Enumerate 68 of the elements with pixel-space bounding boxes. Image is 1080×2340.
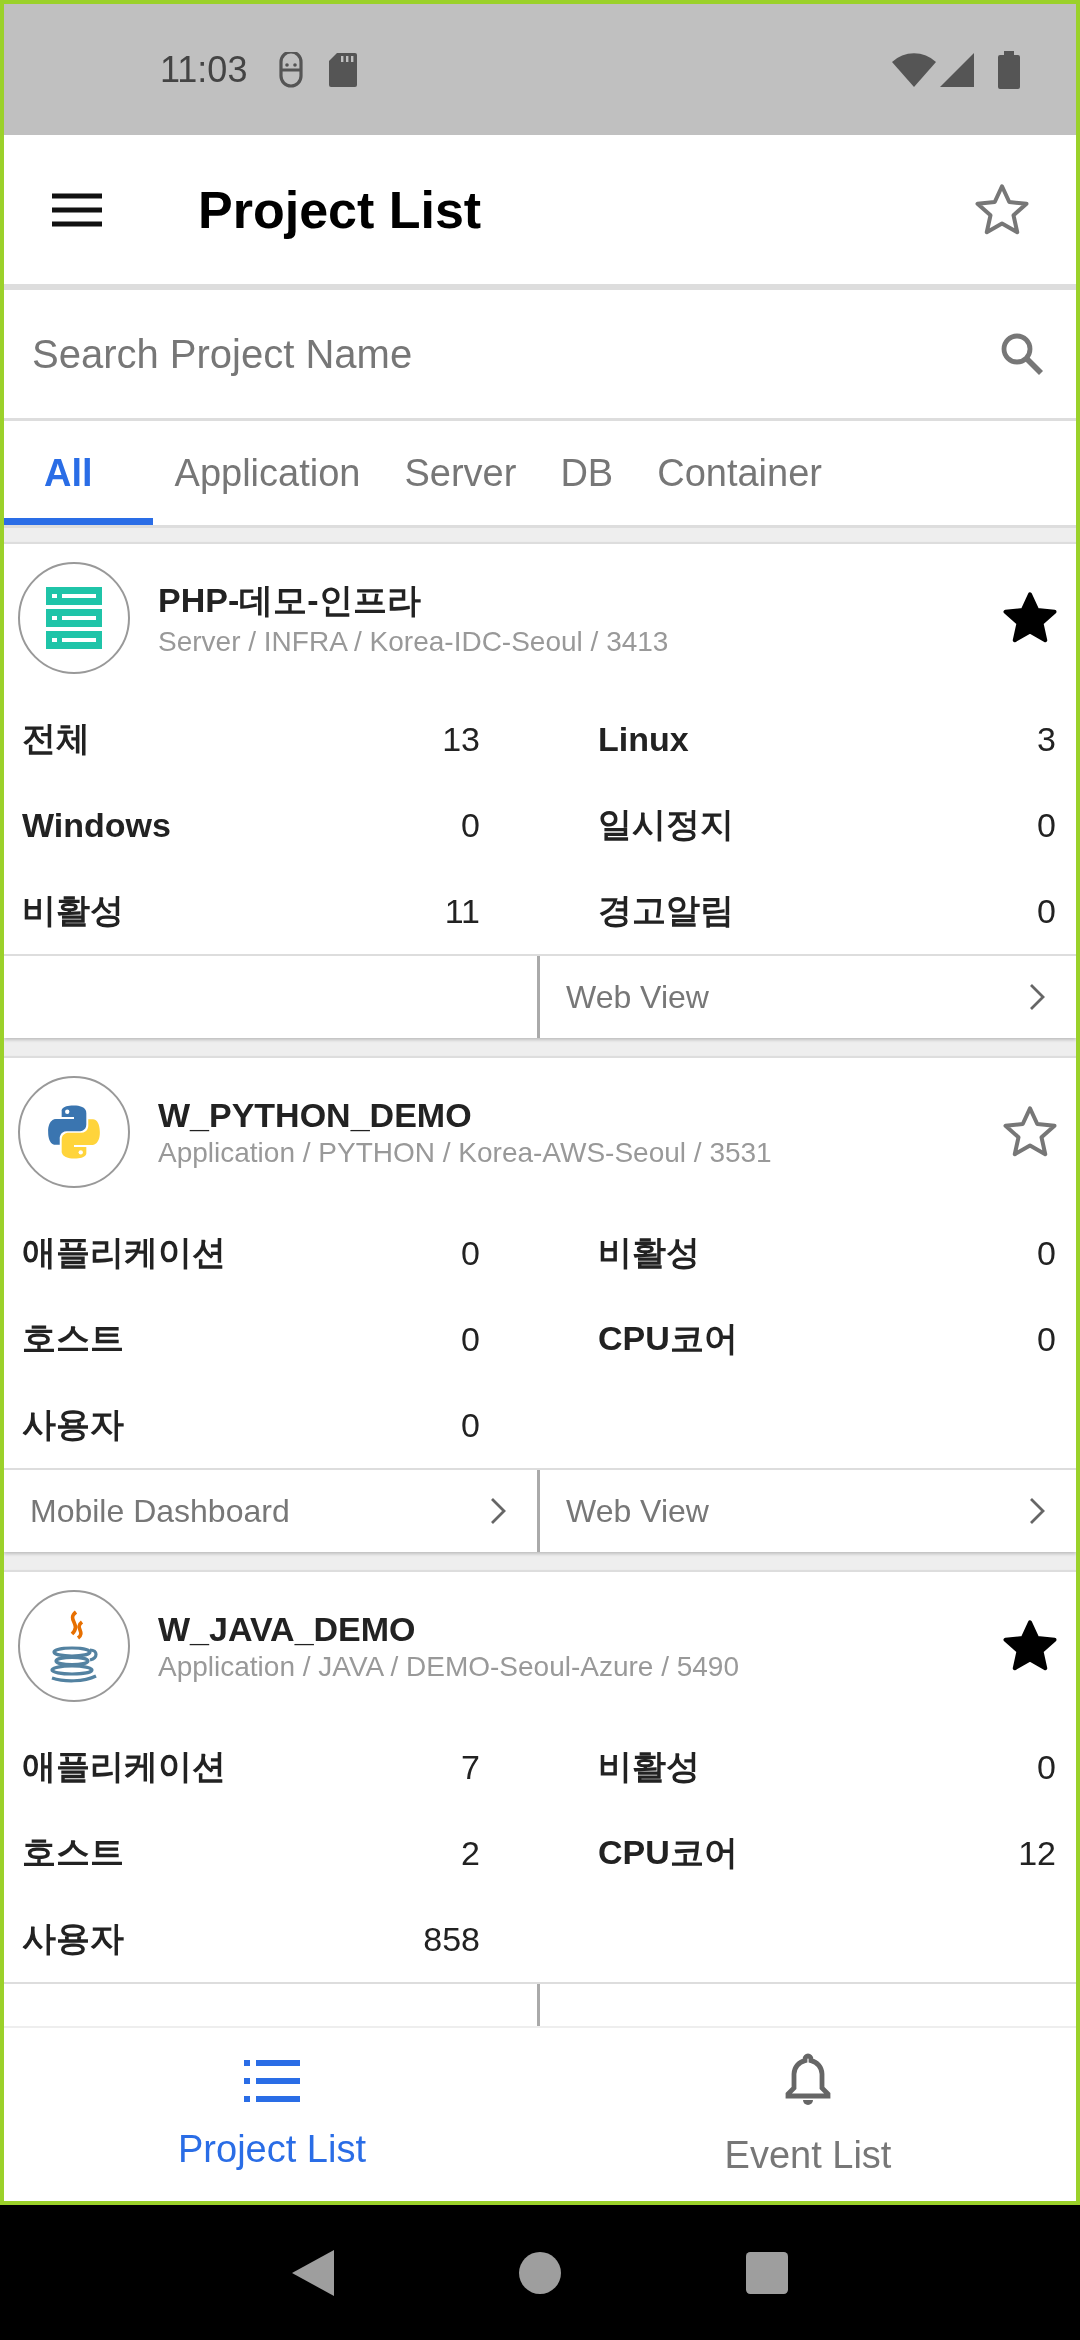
wifi-icon (892, 52, 936, 87)
page-title: Project List (198, 179, 483, 240)
stat-value: 3 (1037, 719, 1056, 759)
stat-value: 7 (461, 1747, 480, 1787)
project-name: W_JAVA_DEMO (158, 1609, 417, 1649)
bell-icon (784, 2052, 832, 2108)
stat-value: 11 (444, 891, 480, 931)
stat-label: 비활성 (22, 890, 124, 931)
home-icon[interactable] (519, 2251, 561, 2294)
stat-value: 0 (1037, 1233, 1056, 1273)
project-card[interactable]: PHP-데모-인프라 Server / INFRA / Korea-IDC-Seoul / 3413 전체 13 Linux 3 Windows 0 일시정지 0 비활성 11 경고알림 0 Web View (4, 542, 1076, 1038)
bottom-nav-tab[interactable]: Project List (4, 2028, 540, 2201)
python-logo-icon (45, 1103, 103, 1161)
stat-value: 858 (423, 1919, 480, 1959)
stat-value: 0 (461, 1233, 480, 1273)
stat-label: 비활성 (598, 1232, 700, 1273)
stat-value: 0 (1037, 891, 1056, 931)
web-view-link[interactable]: Web View (540, 956, 1076, 1038)
stat-label: 사용자 (22, 1918, 124, 1959)
stat-value: 13 (442, 719, 480, 759)
stat-label: 비활성 (598, 1746, 700, 1787)
stat-label: 애플리케이션 (22, 1232, 226, 1273)
filter-tab[interactable]: Server (382, 421, 539, 525)
stat-value: 0 (461, 805, 480, 845)
stat-label: Linux (598, 719, 689, 759)
project-details: Application / JAVA / DEMO-Seoul-Azure / 5490 (158, 1650, 740, 1683)
stat-value: 2 (461, 1833, 480, 1873)
recents-icon[interactable] (745, 2251, 788, 2294)
project-card[interactable]: W_PYTHON_DEMO Application / PYTHON / Korea-AWS-Seoul / 3531 애플리케이션 0 비활성 0 호스트 0 CPU코어 0 사용자 0 Mobile Dashboard Web View (4, 1056, 1076, 1552)
robot-face-icon (277, 51, 306, 88)
signal-icon (940, 52, 974, 87)
project-card[interactable]: W_JAVA_DEMO Application / JAVA / DEMO-Seoul-Azure / 5490 애플리케이션 7 비활성 0 호스트 2 CPU코어 12 사용자 858 (4, 1570, 1076, 2026)
stat-label: CPU코어 (598, 1832, 738, 1873)
stat-label: 호스트 (22, 1318, 124, 1359)
server-icon (46, 587, 102, 649)
filter-tab[interactable]: Application (152, 421, 383, 525)
stat-label: 전체 (22, 718, 90, 759)
project-details: Server / INFRA / Korea-IDC-Seoul / 3413 (158, 626, 670, 658)
filter-tab[interactable]: Container (635, 421, 844, 525)
stat-value: 0 (461, 1405, 480, 1445)
list-icon (244, 2058, 300, 2102)
web-view-link[interactable]: Web View (540, 1470, 1076, 1552)
project-name: PHP-데모-인프라 (158, 580, 422, 621)
stat-label: CPU코어 (598, 1318, 738, 1359)
project-name: W_PYTHON_DEMO (158, 1095, 473, 1135)
stat-label: Windows (22, 805, 171, 845)
stat-label: 경고알림 (598, 890, 734, 931)
back-icon[interactable] (292, 2249, 335, 2296)
sd-card-icon (329, 52, 358, 87)
chevron-right-icon (1028, 1496, 1046, 1526)
bottom-nav-tab[interactable]: Event List (540, 2028, 1076, 2201)
project-details: Application / PYTHON / Korea-AWS-Seoul / 3531 (158, 1136, 773, 1169)
stat-label: 사용자 (22, 1404, 124, 1445)
filter-tab[interactable]: DB (538, 421, 636, 525)
stat-value: 12 (1018, 1833, 1056, 1873)
menu-button[interactable] (52, 192, 102, 227)
stat-label: 애플리케이션 (22, 1746, 226, 1787)
stat-value: 0 (1037, 805, 1056, 845)
stat-label: 일시정지 (598, 804, 734, 845)
chevron-right-icon (1028, 982, 1046, 1012)
stat-label: 호스트 (22, 1832, 124, 1873)
stat-value: 0 (461, 1319, 480, 1359)
status-time: 11:03 (160, 48, 248, 91)
stat-value: 0 (1037, 1319, 1056, 1359)
battery-icon (998, 50, 1020, 89)
mobile-dashboard-link[interactable]: Mobile Dashboard (4, 1470, 537, 1552)
stat-value: 0 (1037, 1747, 1056, 1787)
chevron-right-icon (489, 1496, 507, 1526)
